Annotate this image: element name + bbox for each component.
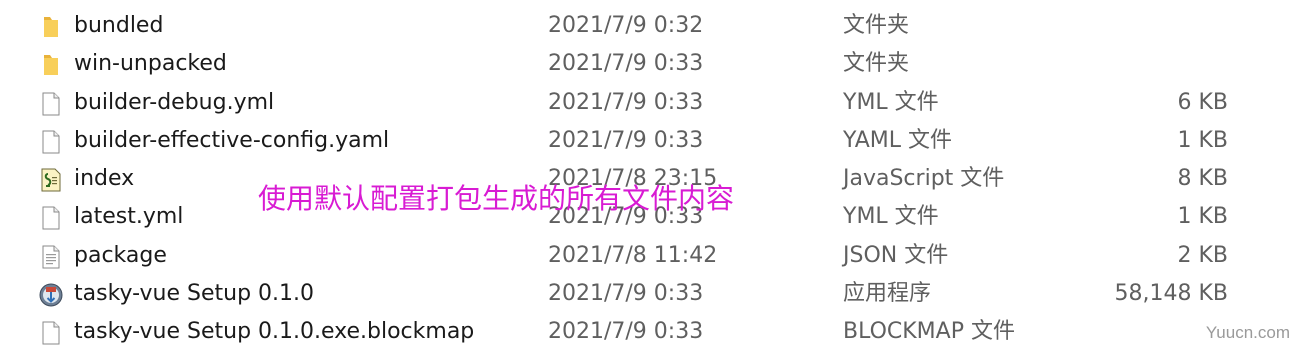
- document-icon: [38, 91, 64, 117]
- document-icon: [38, 129, 64, 155]
- document-icon: [38, 205, 64, 231]
- file-name: tasky-vue Setup 0.1.0.exe.blockmap: [74, 319, 475, 345]
- file-date: 2021/7/9 0:33: [548, 319, 704, 345]
- file-size: 8 KB: [1177, 166, 1228, 192]
- annotation-text: 使用默认配置打包生成的所有文件内容: [258, 182, 735, 215]
- file-row[interactable]: builder-effective-config.yaml 2021/7/9 0…: [0, 122, 1304, 160]
- watermark: Yuucn.com: [1205, 323, 1290, 342]
- file-type: 文件夹: [843, 13, 910, 38]
- file-size: 6 KB: [1177, 89, 1228, 115]
- file-row[interactable]: tasky-vue Setup 0.1.0.exe.blockmap 2021/…: [0, 313, 1304, 351]
- file-row[interactable]: win-unpacked 2021/7/9 0:33 文件夹: [0, 45, 1304, 83]
- file-type: YML 文件: [843, 89, 939, 115]
- file-row[interactable]: builder-debug.yml 2021/7/9 0:33 YML 文件 6…: [0, 84, 1304, 122]
- text-file-icon: [38, 244, 64, 270]
- file-name: index: [74, 166, 135, 192]
- file-size: 1 KB: [1177, 127, 1228, 153]
- file-row[interactable]: package 2021/7/8 11:42 JSON 文件 2 KB: [0, 237, 1304, 275]
- file-date: 2021/7/9 0:33: [548, 89, 704, 115]
- file-date: 2021/7/9 0:33: [548, 51, 704, 77]
- file-name: builder-effective-config.yaml: [74, 127, 390, 153]
- file-date: 2021/7/9 0:33: [548, 127, 704, 153]
- javascript-file-icon: [38, 167, 64, 193]
- file-name: win-unpacked: [74, 51, 227, 77]
- file-type: BLOCKMAP 文件: [843, 319, 1015, 345]
- file-type: JavaScript 文件: [843, 166, 1005, 192]
- file-name: bundled: [74, 13, 164, 38]
- folder-icon: [38, 14, 64, 40]
- file-row[interactable]: bundled 2021/7/9 0:32 文件夹: [0, 7, 1304, 45]
- file-size: 58,148 KB: [1114, 281, 1229, 307]
- file-row[interactable]: tasky-vue Setup 0.1.0 2021/7/9 0:33 应用程序…: [0, 275, 1304, 313]
- document-icon: [38, 320, 64, 346]
- file-name: tasky-vue Setup 0.1.0: [74, 281, 315, 307]
- file-date: 2021/7/9 0:33: [548, 281, 704, 307]
- file-name: package: [74, 242, 167, 268]
- file-size: 2 KB: [1177, 242, 1228, 268]
- file-name: latest.yml: [74, 204, 184, 230]
- file-type: YAML 文件: [843, 127, 953, 153]
- file-size: 1 KB: [1177, 204, 1228, 230]
- file-type: JSON 文件: [843, 242, 949, 268]
- file-type: 文件夹: [843, 51, 910, 77]
- file-date: 2021/7/9 0:32: [548, 13, 704, 38]
- file-name: builder-debug.yml: [74, 89, 275, 115]
- file-date: 2021/7/8 11:42: [548, 242, 718, 268]
- folder-icon: [38, 52, 64, 78]
- file-type: YML 文件: [843, 204, 939, 230]
- file-type: 应用程序: [843, 281, 932, 307]
- installer-icon: [38, 282, 64, 308]
